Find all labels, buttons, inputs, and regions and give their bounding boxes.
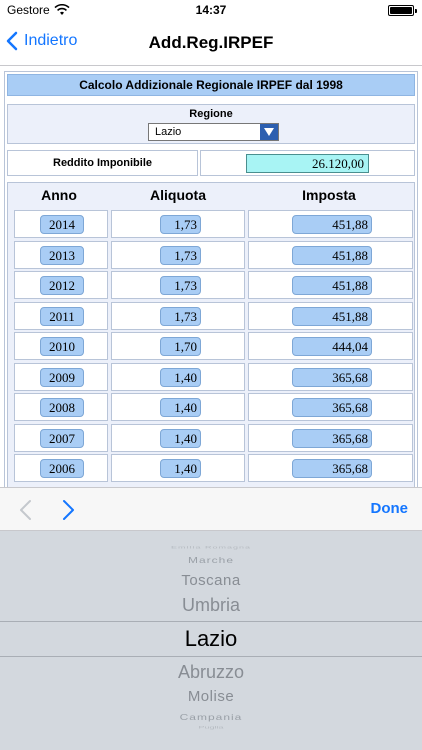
rate-value: 1,40	[160, 368, 201, 387]
year-value: 2011	[40, 307, 84, 326]
table-row: 2013 1,73 451,88	[8, 241, 416, 269]
tax-value: 444,04	[292, 337, 372, 356]
tax-cell: 451,88	[248, 302, 413, 330]
year-cell: 2007	[14, 424, 108, 452]
picker-option[interactable]: Toscana	[0, 572, 422, 589]
year-value: 2012	[40, 276, 84, 295]
year-value: 2014	[40, 215, 84, 234]
rate-cell: 1,73	[111, 241, 245, 269]
tax-value: 451,88	[292, 276, 372, 295]
column-header-tax: Imposta	[302, 187, 356, 203]
picker-option[interactable]: Marche	[0, 555, 422, 565]
table-row: 2014 1,73 451,88	[8, 210, 416, 238]
tax-value: 451,88	[292, 307, 372, 326]
tax-cell: 451,88	[248, 210, 413, 238]
rate-value: 1,73	[160, 307, 201, 326]
table-row: 2010 1,70 444,04	[8, 332, 416, 360]
region-picker[interactable]: Emilia Romagna Marche Toscana Umbria Laz…	[0, 531, 422, 750]
year-cell: 2013	[14, 241, 108, 269]
tax-cell: 444,04	[248, 332, 413, 360]
income-input[interactable]: 26.120,00	[246, 154, 369, 173]
status-bar: Gestore 14:37	[0, 0, 422, 20]
year-cell: 2011	[14, 302, 108, 330]
done-button[interactable]: Done	[371, 500, 409, 517]
year-cell: 2009	[14, 363, 108, 391]
income-field-container: 26.120,00	[200, 150, 415, 176]
picker-selected-option[interactable]: Lazio	[0, 626, 422, 652]
rate-value: 1,40	[160, 398, 201, 417]
rate-value: 1,73	[160, 276, 201, 295]
year-cell: 2012	[14, 271, 108, 299]
picker-option[interactable]: Emilia Romagna	[0, 545, 422, 550]
tax-cell: 365,68	[248, 424, 413, 452]
income-label: Reddito Imponibile	[7, 150, 198, 176]
table-row: 2012 1,73 451,88	[8, 271, 416, 299]
table-row: 2009 1,40 365,68	[8, 363, 416, 391]
table-row: 2008 1,40 365,68	[8, 393, 416, 421]
year-value: 2007	[40, 429, 84, 448]
next-field-icon[interactable]	[58, 498, 78, 522]
rate-cell: 1,40	[111, 363, 245, 391]
rate-cell: 1,40	[111, 454, 245, 482]
picker-toolbar: Done	[0, 487, 422, 531]
tax-value: 365,68	[292, 459, 372, 478]
year-cell: 2014	[14, 210, 108, 238]
picker-option[interactable]: Campania	[0, 712, 422, 722]
content-area[interactable]: Calcolo Addizionale Regionale IRPEF dal …	[0, 67, 422, 487]
rate-cell: 1,73	[111, 210, 245, 238]
clock: 14:37	[195, 3, 227, 17]
tax-cell: 451,88	[248, 241, 413, 269]
year-value: 2010	[40, 337, 84, 356]
rate-cell: 1,70	[111, 332, 245, 360]
rate-cell: 1,73	[111, 271, 245, 299]
rate-value: 1,73	[160, 246, 201, 265]
column-header-year: Anno	[41, 187, 77, 203]
results-table: Anno Aliquota Imposta 2014 1,73 451,88 2…	[7, 182, 415, 487]
rate-value: 1,40	[160, 459, 201, 478]
tax-cell: 365,68	[248, 363, 413, 391]
year-cell: 2010	[14, 332, 108, 360]
tax-value: 365,68	[292, 398, 372, 417]
rate-cell: 1,73	[111, 302, 245, 330]
tax-cell: 365,68	[248, 454, 413, 482]
tax-value: 451,88	[292, 246, 372, 265]
page-title: Add.Reg.IRPEF	[148, 33, 274, 52]
rate-cell: 1,40	[111, 424, 245, 452]
year-value: 2013	[40, 246, 84, 265]
picker-option[interactable]: Molise	[0, 688, 422, 705]
rate-value: 1,73	[160, 215, 201, 234]
picker-option[interactable]: Abruzzo	[0, 662, 422, 683]
year-cell: 2008	[14, 393, 108, 421]
table-row: 2011 1,73 451,88	[8, 302, 416, 330]
tax-cell: 451,88	[248, 271, 413, 299]
column-header-rate: Aliquota	[150, 187, 206, 203]
year-cell: 2006	[14, 454, 108, 482]
picker-option[interactable]: Umbria	[0, 595, 422, 616]
year-value: 2008	[40, 398, 84, 417]
navigation-bar: Indietro Add.Reg.IRPEF	[0, 20, 422, 66]
tax-value: 365,68	[292, 429, 372, 448]
table-row: 2007 1,40 365,68	[8, 424, 416, 452]
table-row: 2006 1,40 365,68	[8, 454, 416, 482]
rate-value: 1,40	[160, 429, 201, 448]
tax-value: 365,68	[292, 368, 372, 387]
year-value: 2006	[40, 459, 84, 478]
rate-value: 1,70	[160, 337, 201, 356]
calculator-panel: Calcolo Addizionale Regionale IRPEF dal …	[4, 71, 418, 487]
previous-field-icon[interactable]	[16, 498, 36, 522]
region-section: Regione Lazio	[7, 104, 415, 144]
region-select-value: Lazio	[155, 126, 182, 138]
tax-value: 451,88	[292, 215, 372, 234]
region-label: Regione	[189, 108, 233, 120]
battery-icon	[388, 5, 417, 16]
calculator-title: Calcolo Addizionale Regionale IRPEF dal …	[7, 74, 415, 96]
dropdown-arrow-icon	[260, 124, 278, 140]
year-value: 2009	[40, 368, 84, 387]
region-select[interactable]: Lazio	[148, 123, 279, 141]
tax-cell: 365,68	[248, 393, 413, 421]
picker-option[interactable]: Puglia	[0, 725, 422, 730]
rate-cell: 1,40	[111, 393, 245, 421]
